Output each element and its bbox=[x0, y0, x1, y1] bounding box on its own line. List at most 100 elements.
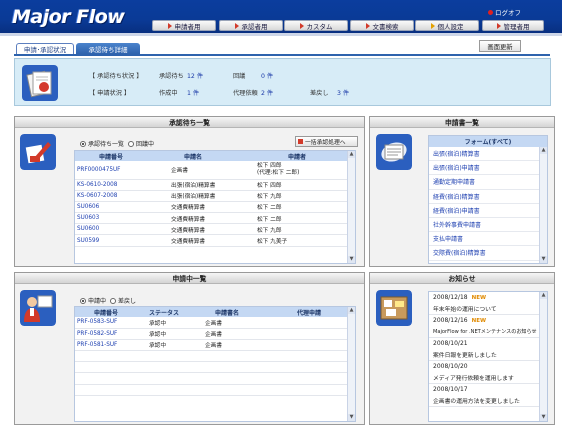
col-applicant[interactable]: 申請者 bbox=[239, 151, 355, 161]
form-item[interactable]: 経費(宿泊)精算書 bbox=[429, 190, 547, 204]
scroll-down-icon[interactable]: ▼ bbox=[540, 256, 547, 263]
scroll-up-icon[interactable]: ▲ bbox=[540, 147, 547, 154]
returned-count[interactable]: 3 件 bbox=[337, 88, 349, 97]
triangle-red-icon bbox=[234, 22, 239, 29]
table-row[interactable]: KS-0610-2008 出張(宿泊)精算書 松下 四郎 bbox=[75, 179, 355, 191]
table-row[interactable]: SU0606 交通費精算書 松下 二郎 bbox=[75, 201, 355, 214]
radio-pending[interactable] bbox=[80, 140, 86, 147]
table-row[interactable]: SU0603 交通費精算書 松下 二郎 bbox=[75, 212, 355, 225]
scroll-down-icon[interactable]: ▼ bbox=[348, 414, 355, 421]
applying-filter: 申請中 差戻し bbox=[80, 296, 136, 305]
applying-table: 申請番号 ステータス 申請書名 代理申請 PRF-0583-SUF 承認中 企画書 … bbox=[75, 307, 355, 396]
app-no[interactable]: PRF-0583-SUF bbox=[75, 317, 137, 329]
news-date: 2008/10/17 bbox=[433, 386, 468, 393]
news-date-row: 2008/10/21 bbox=[429, 338, 547, 349]
news-link[interactable]: メディア発行依頼を運用します bbox=[429, 372, 547, 384]
radio-circulation[interactable] bbox=[128, 140, 135, 147]
app-no[interactable]: PRF-0581-SUF bbox=[75, 339, 137, 352]
app-logo: Major Flow bbox=[12, 6, 125, 28]
menu-approver[interactable]: 承認者用 bbox=[219, 20, 283, 31]
radio-returned[interactable] bbox=[110, 297, 117, 304]
circulation-label: 回議 bbox=[233, 73, 246, 80]
app-no[interactable]: PRF0000475UF bbox=[75, 161, 147, 180]
tab-status[interactable]: 申請･承認状況 bbox=[16, 43, 74, 54]
col-app-no[interactable]: 申請番号 bbox=[75, 307, 137, 317]
scroll-up-icon[interactable]: ▲ bbox=[348, 307, 355, 314]
tab-pending-detail[interactable]: 承認待ち詳細 bbox=[76, 43, 140, 54]
news-panel-title: お知らせ bbox=[370, 273, 554, 284]
scroll-down-icon[interactable]: ▼ bbox=[540, 414, 547, 421]
app-no[interactable]: SU0600 bbox=[75, 223, 147, 236]
refresh-button[interactable]: 画面更新 bbox=[479, 40, 521, 52]
menu-label: 承認者用 bbox=[241, 22, 268, 31]
form-item[interactable]: 出張(宿泊)申請書 bbox=[429, 161, 547, 176]
pending-label: 承認待ち bbox=[159, 73, 184, 80]
form-document-icon bbox=[376, 134, 412, 170]
menu-custom[interactable]: カスタム bbox=[284, 20, 348, 31]
form-name: 企画書 bbox=[191, 317, 263, 329]
form-item[interactable]: 交際費(宿泊)精算書 bbox=[429, 246, 547, 261]
menu-label: カスタム bbox=[306, 22, 333, 31]
scroll-up-icon[interactable]: ▲ bbox=[348, 151, 355, 158]
tab-underline bbox=[14, 54, 550, 56]
news-date: 2008/12/16 bbox=[433, 317, 468, 324]
table-row[interactable]: PRF-0582-SUF 承認中 企画書 bbox=[75, 328, 355, 340]
news-link[interactable]: 案件日報を更新しました bbox=[429, 349, 547, 361]
col-app-name[interactable]: 申請名 bbox=[147, 151, 239, 161]
proxy-count[interactable]: 2 件 bbox=[261, 88, 273, 97]
circulation-count[interactable]: 0 件 bbox=[261, 71, 273, 80]
applying-scrollbar[interactable]: ▲ ▼ bbox=[347, 307, 355, 421]
menu-personal-settings[interactable]: 個人設定 bbox=[415, 20, 479, 31]
scroll-up-icon[interactable]: ▲ bbox=[540, 292, 547, 299]
form-item[interactable]: 通勤定期申請書 bbox=[429, 175, 547, 190]
forms-scrollbar[interactable]: ▲ ▼ bbox=[539, 147, 547, 263]
app-no[interactable]: KS-0610-2008 bbox=[75, 179, 147, 191]
radio-applying[interactable] bbox=[80, 297, 86, 304]
form-item[interactable]: 出張(宿泊)精算書 bbox=[429, 147, 547, 162]
table-row[interactable]: PRF-0581-SUF 承認中 企画書 bbox=[75, 339, 355, 352]
pending-count[interactable]: 12 件 bbox=[187, 71, 203, 80]
scroll-down-icon[interactable]: ▼ bbox=[348, 256, 355, 263]
col-app-no[interactable]: 申請番号 bbox=[75, 151, 147, 161]
news-link[interactable]: MajorFlow for .NETメンテナンスのお知らせ bbox=[429, 326, 547, 338]
app-no[interactable]: SU0606 bbox=[75, 201, 147, 214]
app-no[interactable]: SU0603 bbox=[75, 212, 147, 225]
logoff-icon bbox=[488, 9, 493, 15]
new-badge: NEW bbox=[471, 317, 487, 324]
applicant: 松下 四郎 bbox=[239, 179, 355, 191]
app-no[interactable]: PRF-0582-SUF bbox=[75, 328, 137, 340]
pending-status-heading: 【 承認待ち状況 】 bbox=[89, 73, 143, 80]
logoff-link[interactable]: ログオフ bbox=[488, 7, 521, 17]
menu-admin[interactable]: 管理者用 bbox=[482, 20, 544, 31]
empty-row bbox=[75, 350, 355, 363]
applicant-proxy: (代理:松下 二郎) bbox=[257, 169, 300, 176]
bulk-approve-button[interactable]: 一括承認処理へ bbox=[295, 136, 358, 147]
app-no[interactable]: SU0599 bbox=[75, 234, 147, 247]
table-row[interactable]: KS-0607-2008 出張(宿泊)精算書 松下 九郎 bbox=[75, 190, 355, 202]
col-proxy[interactable]: 代理申請 bbox=[263, 307, 355, 317]
form-item[interactable]: 経費(宿泊)申請書 bbox=[429, 204, 547, 218]
menu-doc-search[interactable]: 文書検索 bbox=[350, 20, 414, 31]
forms-list: フォーム(すべて) 出張(宿泊)精算書 出張(宿泊)申請書 通勤定期申請書 経費… bbox=[428, 135, 548, 264]
form-item[interactable]: 社外幹事費申請書 bbox=[429, 218, 547, 233]
applying-panel-title: 申請中一覧 bbox=[15, 273, 364, 284]
news-panel: お知らせ 2008/12/18 NEW 年末年始の運用について 2008/12/1… bbox=[369, 272, 555, 425]
news-link[interactable]: 年末年始の運用について bbox=[429, 303, 547, 315]
col-status[interactable]: ステータス bbox=[137, 307, 191, 317]
menu-applicant[interactable]: 申請者用 bbox=[152, 20, 216, 31]
form-item[interactable]: 支払申請書 bbox=[429, 232, 547, 247]
news-link[interactable]: 企画書の運用方法を変更しました bbox=[429, 395, 547, 407]
app-no[interactable]: KS-0607-2008 bbox=[75, 190, 147, 202]
table-row[interactable]: PRF0000475UF 企画書 松下 四郎 (代理:松下 二郎) bbox=[75, 161, 355, 180]
table-row[interactable]: PRF-0583-SUF 承認中 企画書 bbox=[75, 317, 355, 329]
approval-scrollbar[interactable]: ▲ ▼ bbox=[347, 151, 355, 263]
drafting-label: 作成中 bbox=[159, 90, 178, 97]
triangle-yellow-icon bbox=[430, 22, 435, 29]
table-row[interactable]: SU0600 交通費精算書 松下 九郎 bbox=[75, 223, 355, 236]
table-row[interactable]: SU0599 交通費精算書 松下 九美子 bbox=[75, 234, 355, 247]
applicant: 松下 二郎 bbox=[239, 212, 355, 225]
news-scrollbar[interactable]: ▲ ▼ bbox=[539, 292, 547, 421]
col-form-name[interactable]: 申請書名 bbox=[191, 307, 263, 317]
bulletin-board-icon bbox=[376, 290, 412, 326]
drafting-count[interactable]: 1 件 bbox=[187, 88, 199, 97]
